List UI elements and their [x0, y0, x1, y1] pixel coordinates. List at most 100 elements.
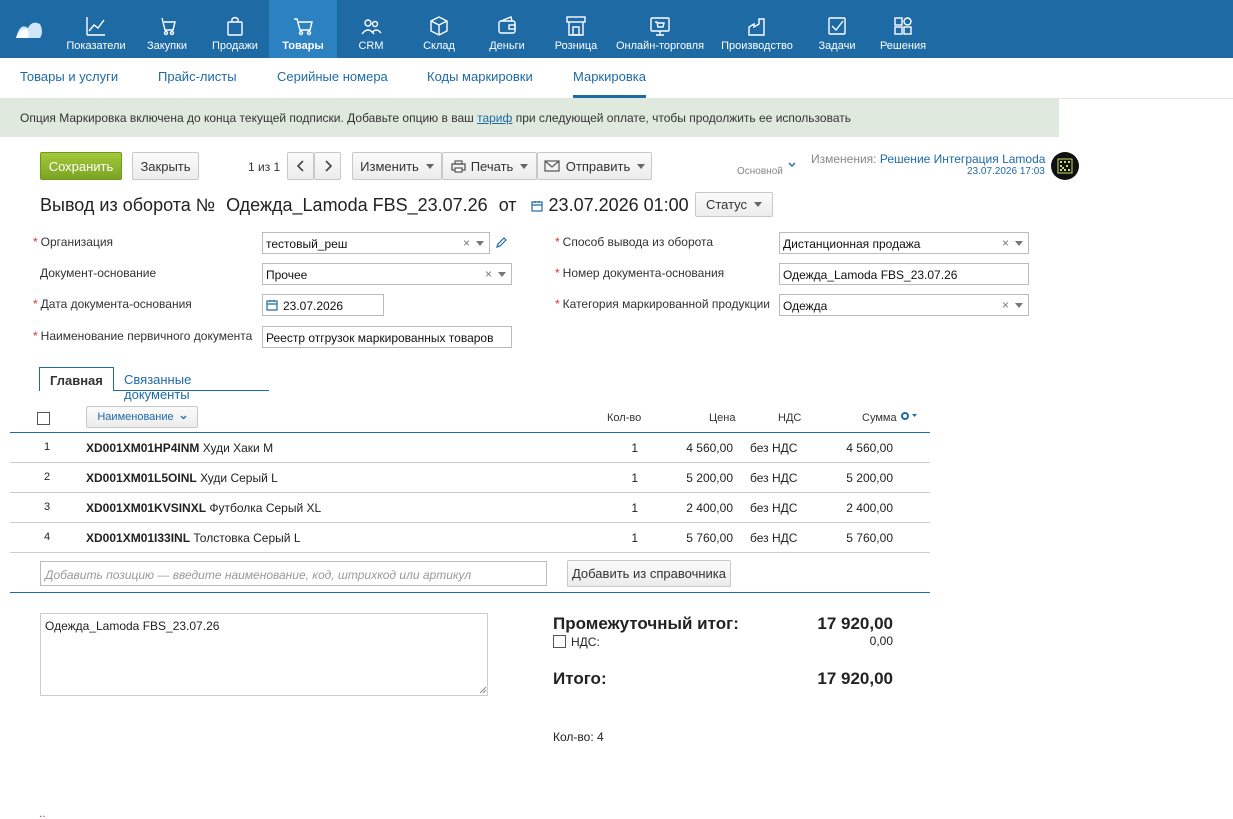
subnav-goods-services[interactable]: Товары и услуги [20, 69, 118, 84]
calendar-icon[interactable] [530, 200, 543, 212]
row-vat[interactable]: без НДС [750, 441, 797, 455]
title-prefix: Вывод из оборота № [40, 195, 216, 215]
nav-item-solutions[interactable]: Решения [876, 0, 930, 58]
tab-main[interactable]: Главная [39, 367, 114, 391]
subnav-serial-numbers[interactable]: Серийные номера [277, 69, 388, 84]
row-name[interactable]: Худи Хаки M [203, 441, 273, 455]
apps-icon [894, 17, 912, 35]
prev-button[interactable] [287, 152, 314, 180]
organization-field[interactable]: тестовый_реш [262, 232, 490, 254]
base-selector-label[interactable]: Основной [737, 166, 783, 177]
box-icon [430, 16, 448, 36]
chevron-down-icon[interactable] [788, 162, 796, 168]
edit-menu-button[interactable]: Изменить [352, 152, 442, 180]
basis-label: Документ-основание [40, 266, 157, 280]
row-qty[interactable]: 1 [610, 501, 638, 515]
row-name[interactable]: Толстовка Серый L [193, 531, 300, 545]
qr-code-icon [1057, 158, 1073, 174]
row-name[interactable]: Худи Серый L [200, 471, 278, 485]
nav-item-products[interactable]: Товары [269, 0, 337, 58]
document-title: Вывод из оборота № Одежда_Lamoda FBS_23.… [40, 195, 689, 216]
status-button[interactable]: Статус [695, 192, 773, 217]
subnav-marking-codes[interactable]: Коды маркировки [427, 69, 533, 84]
notice-text-end: при следующей оплате, чтобы продолжить е… [512, 111, 851, 125]
envelope-icon [544, 160, 560, 172]
changes-author-link[interactable]: Решение Интеграция Lamoda [880, 152, 1046, 166]
row-sum: 5 200,00 [846, 471, 893, 485]
clear-icon[interactable]: × [1002, 298, 1009, 312]
row-qty[interactable]: 1 [610, 531, 638, 545]
nav-item-purchases[interactable]: Закупки [140, 0, 194, 58]
row-code: XD001XM01KVSINXL [86, 501, 207, 515]
nav-item-online-trade[interactable]: Онлайн-торговля [614, 0, 706, 58]
nav-item-label: Склад [423, 40, 455, 52]
store-icon [566, 16, 586, 36]
nav-item-production[interactable]: Производство [716, 0, 798, 58]
checkbox-icon [828, 17, 846, 35]
add-position-input[interactable]: Добавить позицию — введите наименование,… [40, 561, 547, 586]
row-vat[interactable]: без НДС [750, 531, 797, 545]
basis-number-field[interactable]: Одежда_Lamoda FBS_23.07.26 [779, 263, 1029, 285]
chevron-down-icon [754, 202, 763, 207]
app-logo-icon[interactable] [14, 18, 44, 40]
clear-icon[interactable]: × [485, 267, 492, 281]
comment-textarea[interactable]: Одежда_Lamoda FBS_23.07.26 [40, 613, 488, 696]
print-menu-button[interactable]: Печать [442, 152, 537, 180]
tariff-link[interactable]: тариф [477, 111, 512, 125]
row-name[interactable]: Футболка Серый XL [209, 501, 321, 515]
nav-item-tasks[interactable]: Задачи [812, 0, 862, 58]
vat-checkbox[interactable] [553, 635, 566, 648]
nav-item-label: Продажи [212, 40, 258, 52]
basis-field[interactable]: Прочее [262, 263, 512, 285]
category-field[interactable]: Одежда [779, 294, 1029, 316]
nav-item-indicators[interactable]: Показатели [62, 0, 130, 58]
nav-item-label: Товары [282, 40, 324, 52]
select-all-checkbox[interactable] [37, 412, 50, 425]
qty-column-header: Кол-во [607, 412, 642, 424]
nav-item-warehouse[interactable]: Склад [414, 0, 464, 58]
document-datetime[interactable]: 23.07.2026 01:00 [549, 195, 689, 216]
subnav-marking[interactable]: Маркировка [573, 69, 646, 84]
subnav-price-lists[interactable]: Прайс-листы [158, 69, 237, 84]
row-qty[interactable]: 1 [610, 471, 638, 485]
save-button[interactable]: Сохранить [40, 152, 122, 180]
chevron-down-icon[interactable] [498, 272, 506, 277]
row-price[interactable]: 5 200,00 [660, 471, 733, 485]
row-vat[interactable]: без НДС [750, 471, 797, 485]
primary-doc-field[interactable]: Реестр отгрузок маркированных товаров [262, 326, 512, 348]
row-price[interactable]: 4 560,00 [660, 441, 733, 455]
clear-icon[interactable]: × [1002, 236, 1009, 250]
chevron-down-icon[interactable] [1015, 241, 1023, 246]
withdraw-method-field[interactable]: Дистанционная продажа [779, 232, 1029, 254]
primary-doc-label: * Наименование первичного документа [33, 329, 253, 343]
basis-date-field[interactable]: 23.07.2026 [262, 294, 384, 316]
title-from: от [498, 195, 517, 215]
row-price[interactable]: 5 760,00 [660, 531, 733, 545]
chevron-down-icon[interactable] [1015, 303, 1023, 308]
send-menu-button[interactable]: Отправить [537, 152, 652, 180]
row-vat[interactable]: без НДС [750, 501, 797, 515]
chevron-down-icon[interactable] [476, 241, 484, 246]
cart-hand-icon [161, 17, 176, 36]
avatar[interactable] [1051, 152, 1079, 180]
nav-item-retail[interactable]: Розница [549, 0, 603, 58]
resize-handle-icon[interactable] [479, 686, 487, 694]
document-number[interactable]: Одежда_Lamoda FBS_23.07.26 [226, 195, 488, 216]
add-from-catalog-button[interactable]: Добавить из справочника [567, 560, 731, 587]
close-button[interactable]: Закрыть [132, 152, 199, 180]
clear-icon[interactable]: × [463, 236, 470, 250]
name-column-button[interactable]: Наименование [86, 406, 198, 428]
pencil-icon[interactable] [496, 237, 507, 248]
nav-item-crm[interactable]: CRM [347, 0, 395, 58]
next-button[interactable] [314, 152, 341, 180]
nav-item-sales[interactable]: Продажи [204, 0, 266, 58]
calendar-icon[interactable] [266, 299, 278, 311]
chevron-down-icon [425, 163, 434, 169]
tab-related-docs[interactable]: Связанные документы [114, 367, 269, 402]
row-price[interactable]: 2 400,00 [660, 501, 733, 515]
row-qty[interactable]: 1 [610, 441, 638, 455]
gear-icon[interactable] [900, 411, 918, 421]
nav-item-label: Деньги [489, 40, 525, 52]
printer-icon [451, 159, 466, 173]
nav-item-money[interactable]: Деньги [481, 0, 533, 58]
